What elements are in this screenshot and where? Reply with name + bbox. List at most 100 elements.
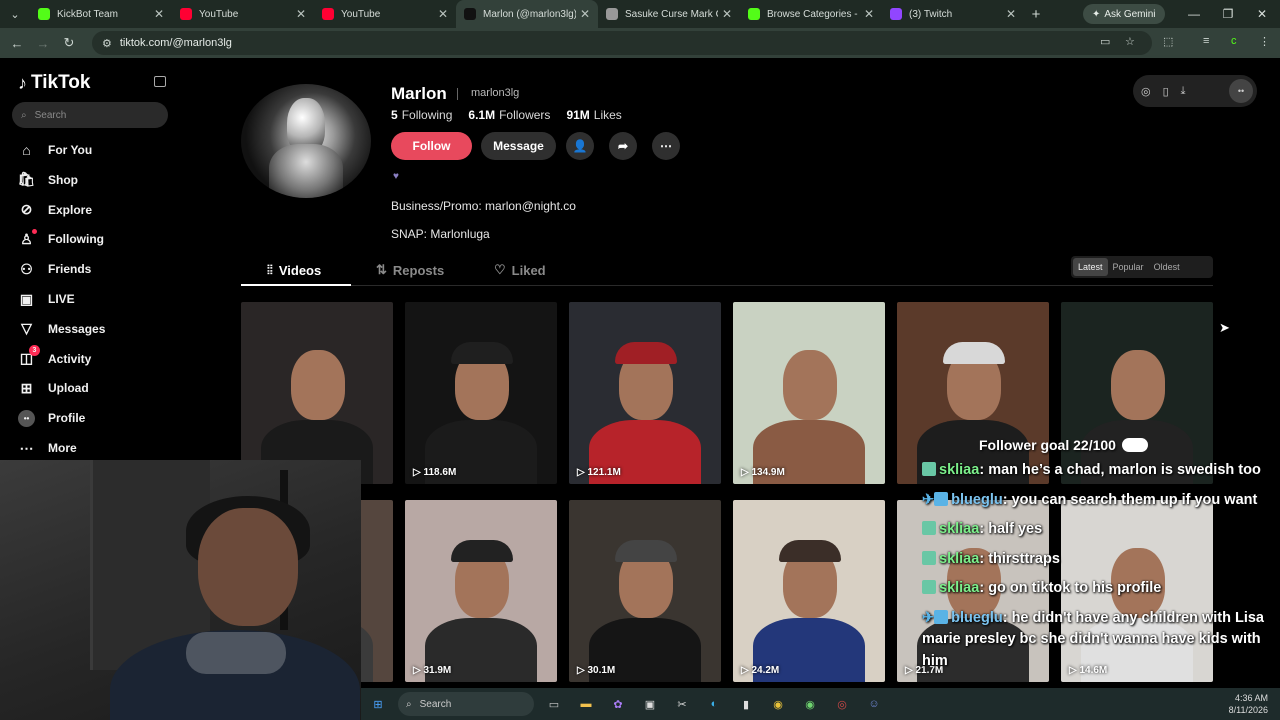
browser-tab[interactable]: (3) Twitch ✕ (882, 0, 1024, 28)
sort-popular[interactable]: Popular (1108, 258, 1149, 276)
messages-icon: ▽ (21, 320, 32, 337)
video-thumbnail[interactable] (897, 302, 1049, 484)
tiktok-logo[interactable]: ♪ TikTok (18, 72, 90, 94)
profile-avatar[interactable] (241, 84, 371, 198)
message-button[interactable]: Message (481, 132, 556, 160)
tab-close-icon[interactable]: ✕ (154, 7, 164, 21)
tab-close-icon[interactable]: ✕ (722, 7, 732, 21)
chat-message: ✈ blueglu: you can search them up if you … (922, 490, 1272, 512)
tab-liked[interactable]: ♡ Liked (494, 262, 546, 278)
extensions-icon[interactable]: ⬚ (1163, 35, 1173, 48)
edge-icon[interactable]: ◐ (701, 694, 727, 714)
follower-goal-text: Follower goal 22/100 (979, 437, 1116, 453)
follow-button[interactable]: Follow (391, 132, 472, 160)
profile-avatar-icon[interactable]: c (1231, 35, 1237, 47)
site-info-icon[interactable]: ⚙ (102, 37, 112, 50)
browser-tab[interactable]: Sasuke Curse Mark C ✕ (598, 0, 740, 28)
sidebar-item-profile[interactable]: •• Profile (18, 407, 85, 429)
new-tab-button[interactable]: + (1024, 6, 1048, 23)
video-thumbnail[interactable] (241, 302, 393, 484)
sidebar-item-explore[interactable]: ⊘ Explore (18, 199, 92, 221)
browser-menu-icon[interactable]: ⋮ (1259, 35, 1270, 48)
view-count-text: 134.9M (751, 467, 785, 478)
start-icon[interactable]: ⊞ (365, 694, 391, 714)
taskbar-search[interactable]: ⌕ Search (398, 692, 534, 716)
sidebar-item-activity[interactable]: ◫ 3 Activity (18, 345, 91, 370)
user-avatar-icon[interactable]: •• (1229, 79, 1253, 103)
url-bar[interactable]: ⚙ tiktok.com/@marlon3lg (92, 31, 1152, 55)
more-options-icon[interactable]: ⋯ (652, 132, 680, 160)
play-icon: ▷ (413, 467, 424, 478)
system-tray-clock[interactable]: 4:36 AM 8/11/2026 (1229, 692, 1268, 716)
tab-reposts[interactable]: ⇅ Reposts (376, 262, 444, 278)
microphone (186, 632, 286, 674)
ask-gemini-button[interactable]: ✦ Ask Gemini (1083, 4, 1165, 24)
chrome-profile-icon[interactable]: ◉ (797, 694, 823, 714)
sidebar-item-for-you[interactable]: ⌂ For You (18, 139, 92, 161)
likes-label: Likes (593, 108, 622, 122)
discord-icon[interactable]: ☺ (861, 694, 887, 714)
video-thumbnail[interactable]: ▷ 121.1M (569, 302, 721, 484)
followers-stat[interactable]: 6.1M Followers (468, 108, 550, 122)
video-thumbnail[interactable]: ▷ 31.9M (405, 500, 557, 682)
sidebar-item-shop[interactable]: 🛍 Shop (18, 169, 78, 191)
close-window-icon[interactable]: ✕ (1245, 0, 1279, 28)
capcut-icon[interactable]: ✂ (669, 694, 695, 714)
minimize-icon[interactable]: — (1177, 0, 1211, 28)
suggest-user-icon[interactable]: 👤 (566, 132, 594, 160)
sidebar-item-messages[interactable]: ▽ Messages (18, 318, 105, 340)
browser-tab[interactable]: YouTube ✕ (314, 0, 456, 28)
task-view-icon[interactable]: ▭ (541, 694, 567, 714)
tab-title: YouTube (199, 8, 239, 20)
video-thumbnail[interactable]: ▷ 134.9M (733, 302, 885, 484)
coins-icon[interactable]: ◎ (1141, 85, 1151, 98)
maximize-icon[interactable]: ❐ (1211, 0, 1245, 28)
sort-latest[interactable]: Latest (1073, 258, 1108, 276)
file-explorer-icon[interactable]: ▬ (573, 694, 599, 714)
chrome-icon[interactable]: ◉ (765, 694, 791, 714)
sidebar-item-more[interactable]: ⋯ More (18, 437, 77, 459)
sidebar-item-label: LIVE (48, 292, 75, 306)
store-icon[interactable]: ▣ (637, 694, 663, 714)
sidebar-item-friends[interactable]: ⚇ Friends (18, 258, 91, 280)
obs-icon[interactable]: ◎ (829, 694, 855, 714)
tab-close-icon[interactable]: ✕ (438, 7, 448, 21)
download-icon[interactable]: ⤓ (1181, 85, 1186, 98)
cast-icon[interactable]: ▭ (1100, 35, 1110, 48)
browser-tab[interactable]: KickBot Team ✕ (30, 0, 172, 28)
search-input[interactable]: ⌕ Search (12, 102, 168, 128)
tab-search-icon[interactable]: ⌄ (0, 0, 30, 28)
video-thumbnail[interactable]: ▷ 24.2M (733, 500, 885, 682)
chat-badge-icon (934, 491, 949, 506)
following-stat[interactable]: 5 Following (391, 108, 452, 122)
back-icon[interactable]: ← (4, 36, 30, 51)
collapse-sidebar-icon[interactable] (154, 76, 166, 87)
tab-close-icon[interactable]: ✕ (1006, 7, 1016, 21)
notes-icon[interactable]: ▮ (733, 694, 759, 714)
repost-icon: ⇅ (376, 262, 387, 277)
copilot-icon[interactable]: ✿ (605, 694, 631, 714)
media-controls-icon[interactable]: ≡ (1203, 35, 1209, 47)
tab-close-icon[interactable]: ✕ (864, 7, 874, 21)
tab-videos[interactable]: ⦙⦙ Videos (267, 262, 321, 278)
browser-tab[interactable]: Marlon (@marlon3lg) ✕ (456, 0, 598, 28)
sidebar-item-following[interactable]: ♙ Following (18, 228, 104, 250)
browser-tab[interactable]: YouTube ✕ (172, 0, 314, 28)
browser-tab[interactable]: Browse Categories - K ✕ (740, 0, 882, 28)
video-thumbnail[interactable] (1061, 302, 1213, 484)
device-icon[interactable]: ▯ (1163, 85, 1169, 98)
shop-icon: 🛍 (17, 171, 36, 188)
sidebar-item-live[interactable]: ▣ LIVE (18, 288, 75, 310)
sidebar-item-upload[interactable]: ⊞ Upload (18, 377, 89, 399)
tab-close-icon[interactable]: ✕ (580, 7, 590, 21)
forward-icon[interactable]: → (30, 36, 56, 51)
reload-icon[interactable]: ↻ (56, 35, 82, 51)
sort-oldest[interactable]: Oldest (1149, 258, 1185, 276)
share-icon[interactable]: ➦ (609, 132, 637, 160)
mouse-cursor-icon: ➤ (1219, 320, 1230, 335)
taskbar-search-icon: ⌕ (406, 698, 412, 710)
video-thumbnail[interactable]: ▷ 30.1M (569, 500, 721, 682)
bookmark-star-icon[interactable]: ☆ (1125, 35, 1135, 48)
tab-close-icon[interactable]: ✕ (296, 7, 306, 21)
video-thumbnail[interactable]: ▷ 118.6M (405, 302, 557, 484)
